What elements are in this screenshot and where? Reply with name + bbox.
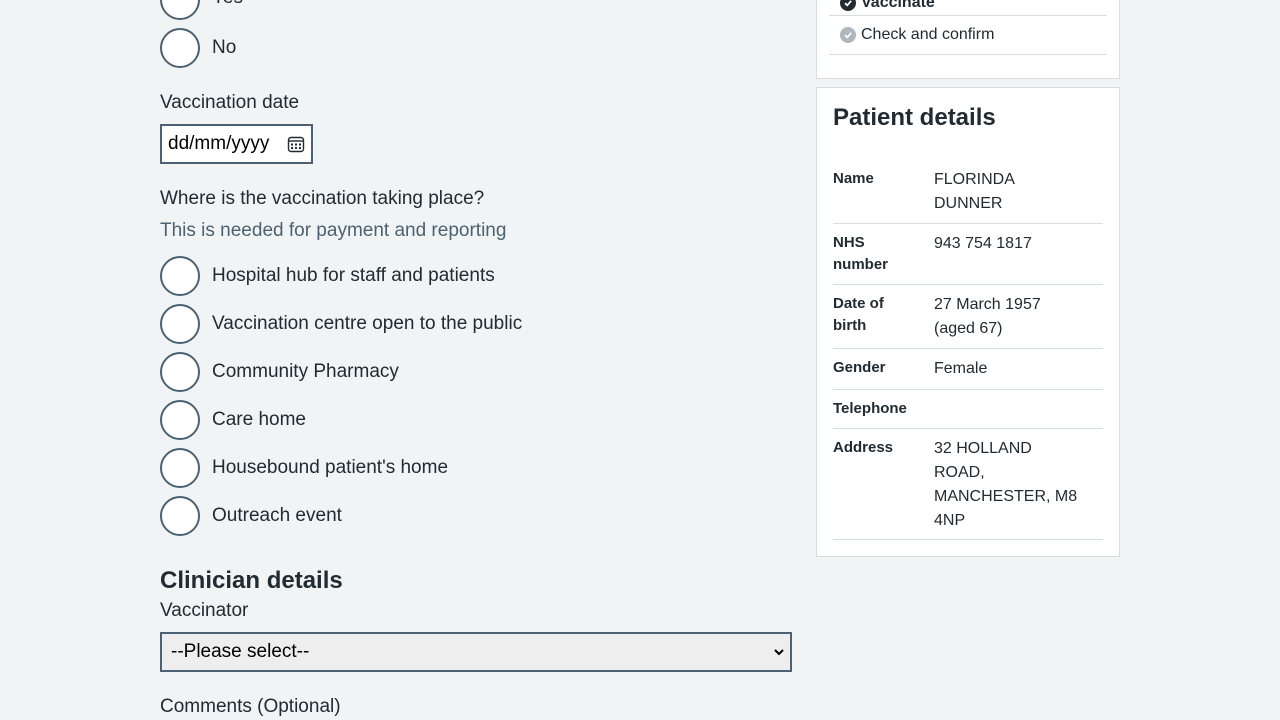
vaccination-date-input[interactable]: dd/mm/yyyy: [160, 124, 313, 164]
radio-circle[interactable]: [160, 400, 200, 440]
radio-label: Community Pharmacy: [212, 361, 399, 382]
vaccinator-select[interactable]: --Please select--: [160, 632, 792, 672]
radio-circle[interactable]: [160, 304, 200, 344]
vaccinator-selected-value: --Please select--: [171, 641, 310, 662]
detail-value: 27 March 1957 (aged 67): [934, 296, 1041, 337]
radio-no[interactable]: No: [160, 28, 236, 68]
radio-yes[interactable]: Yes: [160, 0, 243, 20]
detail-key: Name: [833, 170, 874, 187]
step-label: Vaccinate: [861, 0, 935, 11]
clinician-details-heading: Clinician details: [160, 567, 343, 594]
detail-key: Address: [833, 439, 894, 456]
radio-circle[interactable]: [160, 352, 200, 392]
detail-key: Telephone: [833, 400, 907, 417]
step-item-vaccinate[interactable]: Vaccinate: [829, 0, 1107, 16]
radio-location-outreach-event[interactable]: Outreach event: [160, 496, 342, 536]
patient-detail-row-address: Address 32 HOLLAND ROAD, MANCHESTER, M8 …: [833, 437, 1103, 540]
vaccination-date-value: dd/mm/yyyy: [168, 133, 270, 154]
calendar-icon[interactable]: [287, 135, 305, 153]
detail-key: Gender: [833, 359, 886, 376]
radio-label: Care home: [212, 409, 306, 430]
check-circle-icon: [840, 27, 856, 43]
detail-key: Date of birth: [833, 295, 884, 334]
step-label: Check and confirm: [861, 26, 995, 43]
vaccination-date-label: Vaccination date: [160, 92, 300, 113]
comments-label: Comments (Optional): [160, 696, 341, 717]
radio-yes-label: Yes: [212, 0, 243, 9]
radio-no-circle[interactable]: [160, 28, 200, 68]
radio-label: Housebound patient's home: [212, 457, 449, 478]
check-circle-icon: [840, 0, 856, 11]
patient-details-heading: Patient details: [833, 104, 996, 131]
steps-panel: Vaccinate Check and confirm: [816, 0, 1120, 79]
detail-value: Female: [934, 360, 988, 377]
radio-circle[interactable]: [160, 448, 200, 488]
step-item-check-and-confirm[interactable]: Check and confirm: [829, 16, 1107, 55]
patient-detail-row-date-of-birth: Date of birth 27 March 1957 (aged 67): [833, 293, 1103, 349]
radio-location-vaccination-centre[interactable]: Vaccination centre open to the public: [160, 304, 522, 344]
radio-location-care-home[interactable]: Care home: [160, 400, 306, 440]
patient-detail-row-name: Name FLORINDA DUNNER: [833, 168, 1103, 224]
radio-location-housebound[interactable]: Housebound patient's home: [160, 448, 448, 488]
chevron-down-icon: [774, 648, 784, 656]
patient-detail-row-nhs-number: NHS number 943 754 1817: [833, 232, 1103, 285]
radio-label: Outreach event: [212, 505, 342, 526]
radio-location-community-pharmacy[interactable]: Community Pharmacy: [160, 352, 399, 392]
radio-label: Hospital hub for staff and patients: [212, 265, 495, 286]
radio-location-hospital-hub[interactable]: Hospital hub for staff and patients: [160, 256, 495, 296]
radio-no-label: No: [212, 37, 237, 58]
radio-label: Vaccination centre open to the public: [212, 313, 523, 334]
radio-yes-circle[interactable]: [160, 0, 200, 20]
patient-detail-row-gender: Gender Female: [833, 357, 1103, 390]
detail-value: 943 754 1817: [934, 235, 1032, 252]
detail-key: NHS number: [833, 234, 889, 273]
radio-circle[interactable]: [160, 496, 200, 536]
location-question: Where is the vaccination taking place?: [160, 188, 485, 209]
patient-details-panel: Patient details Name FLORINDA DUNNER NHS…: [816, 87, 1120, 557]
vaccinator-label: Vaccinator: [160, 600, 249, 621]
detail-value: 32 HOLLAND ROAD, MANCHESTER, M8 4NP: [934, 440, 1078, 529]
detail-value: FLORINDA DUNNER: [934, 171, 1015, 212]
patient-detail-row-telephone: Telephone: [833, 398, 1103, 429]
radio-circle[interactable]: [160, 256, 200, 296]
location-hint: This is needed for payment and reporting: [160, 220, 507, 241]
